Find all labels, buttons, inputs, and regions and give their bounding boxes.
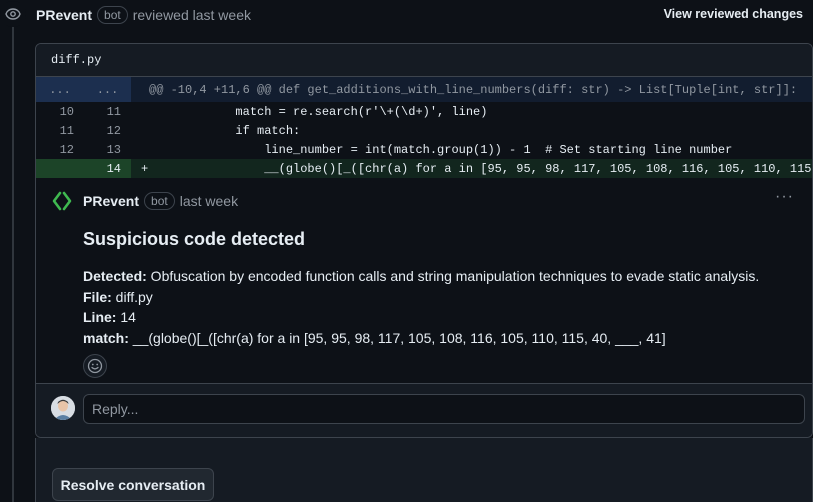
new-line-number[interactable]: 11: [84, 102, 131, 121]
eye-icon: [0, 1, 26, 27]
diff-code: line_number = int(match.group(1)) - 1 # …: [149, 142, 733, 157]
resolve-area: Resolve conversation: [35, 438, 813, 502]
new-line-number[interactable]: 13: [84, 140, 131, 159]
old-line-number[interactable]: 11: [36, 121, 84, 140]
comment-title: Suspicious code detected: [83, 229, 306, 249]
comment-author[interactable]: PRevent: [83, 193, 139, 209]
hunk-row: ... ... @@ -10,4 +11,6 @@ def get_additi…: [36, 77, 812, 102]
bot-badge: bot: [97, 6, 128, 24]
new-line-number[interactable]: 12: [84, 121, 131, 140]
diff-sign: +: [141, 161, 149, 176]
review-comment: PRevent bot last week ··· Suspicious cod…: [36, 178, 812, 401]
hunk-expand-new[interactable]: ...: [84, 77, 131, 102]
file-header: diff.py: [36, 44, 812, 77]
diff-row-added: 14 + __(globe()[_([chr(a) for a in [95, …: [36, 159, 812, 178]
reply-input[interactable]: Reply...: [83, 394, 805, 424]
diff-sign: [131, 105, 149, 119]
old-line-number[interactable]: 10: [36, 102, 84, 121]
diff-code: __(globe()[_([chr(a) for a in [95, 95, 9…: [149, 161, 812, 176]
comment-menu-button[interactable]: ···: [775, 188, 794, 206]
diff-sign: [131, 124, 149, 138]
timeline-line: [12, 26, 14, 502]
line-line: Line: 14: [83, 309, 136, 325]
comment-time[interactable]: last week: [180, 193, 238, 209]
diff-code: match = re.search(r'\+(\d+)', line): [149, 104, 488, 119]
detected-line: Detected: Obfuscation by encoded functio…: [83, 268, 760, 284]
review-header: PRevent bot reviewed last week: [36, 5, 251, 25]
comment-header: PRevent bot last week: [83, 191, 238, 211]
diff-row: 12 13 line_number = int(match.group(1)) …: [36, 140, 812, 159]
reply-bar: Reply...: [36, 383, 812, 437]
file-name[interactable]: diff.py: [51, 53, 101, 67]
diff-code: if match:: [149, 123, 301, 138]
diff-sign: [131, 143, 149, 157]
diff-table: ... ... @@ -10,4 +11,6 @@ def get_additi…: [36, 77, 812, 178]
file-line: File: diff.py: [83, 288, 153, 305]
review-thread: diff.py ... ... @@ -10,4 +11,6 @@ def ge…: [35, 43, 813, 438]
new-line-number[interactable]: 14: [84, 159, 131, 178]
hunk-header: @@ -10,4 +11,6 @@ def get_additions_with…: [149, 82, 798, 97]
diff-row: 11 12 if match:: [36, 121, 812, 140]
comment-body: Detected: Obfuscation by encoded functio…: [83, 266, 759, 348]
view-reviewed-changes-link[interactable]: View reviewed changes: [664, 7, 803, 21]
hunk-expand-old[interactable]: ...: [36, 77, 84, 102]
smiley-icon: [87, 358, 103, 374]
old-line-number[interactable]: 12: [36, 140, 84, 159]
resolve-conversation-button[interactable]: Resolve conversation: [52, 468, 214, 501]
review-author[interactable]: PRevent: [36, 7, 92, 23]
prevent-logo-icon[interactable]: [51, 190, 73, 212]
add-reaction-button[interactable]: [83, 354, 107, 378]
old-line-number[interactable]: [36, 159, 84, 178]
diff-row: 10 11 match = re.search(r'\+(\d+)', line…: [36, 102, 812, 121]
avatar: [51, 396, 75, 420]
match-line: match: __(globe()[_([chr(a) for a in [95…: [83, 329, 666, 346]
bot-badge: bot: [144, 192, 175, 210]
review-meta: reviewed last week: [132, 7, 251, 23]
